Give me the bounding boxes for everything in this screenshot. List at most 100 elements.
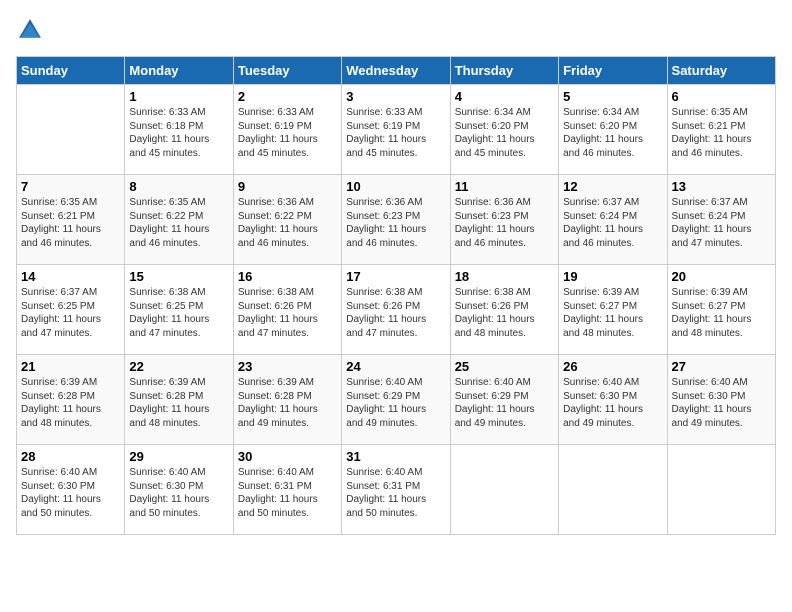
calendar-week-row: 14 Sunrise: 6:37 AM Sunset: 6:25 PM Dayli… bbox=[17, 265, 776, 355]
day-info: Sunrise: 6:39 AM Sunset: 6:28 PM Dayligh… bbox=[129, 376, 228, 430]
calendar-cell: 22Sunrise: 6:39 AM Sunset: 6:28 PM Dayli… bbox=[125, 355, 233, 445]
day-header-monday: Monday bbox=[125, 57, 233, 85]
day-header-thursday: Thursday bbox=[450, 57, 558, 85]
day-header-sunday: Sunday bbox=[17, 57, 125, 85]
day-info: Sunrise: 6:36 AM Sunset: 6:23 PM Dayligh… bbox=[455, 196, 554, 250]
calendar-cell: 3 Sunrise: 6:33 AM Sunset: 6:19 PM Daylig… bbox=[342, 85, 450, 175]
calendar-cell: 6 Sunrise: 6:35 AM Sunset: 6:21 PM Daylig… bbox=[667, 85, 775, 175]
day-info: Sunrise: 6:40 AM Sunset: 6:31 PM Dayligh… bbox=[238, 466, 337, 520]
calendar-cell: 10 Sunrise: 6:36 AM Sunset: 6:23 PM Dayli… bbox=[342, 175, 450, 265]
day-number: 6 bbox=[672, 89, 771, 104]
day-number: 27 bbox=[672, 359, 771, 374]
calendar-cell: 13 Sunrise: 6:37 AM Sunset: 6:24 PM Dayli… bbox=[667, 175, 775, 265]
calendar-cell: 9 Sunrise: 6:36 AM Sunset: 6:22 PM Daylig… bbox=[233, 175, 341, 265]
day-info: Sunrise: 6:39 AM Sunset: 6:27 PM Dayligh… bbox=[563, 286, 662, 340]
logo-icon bbox=[16, 16, 44, 44]
day-number: 4 bbox=[455, 89, 554, 104]
day-info: Sunrise: 6:35 AM Sunset: 6:22 PM Dayligh… bbox=[129, 196, 228, 250]
day-number: 9 bbox=[238, 179, 337, 194]
day-number: 8 bbox=[129, 179, 228, 194]
calendar-table: SundayMondayTuesdayWednesdayThursdayFrid… bbox=[16, 56, 776, 535]
day-info: Sunrise: 6:38 AM Sunset: 6:26 PM Dayligh… bbox=[455, 286, 554, 340]
day-number: 13 bbox=[672, 179, 771, 194]
day-number: 5 bbox=[563, 89, 662, 104]
day-info: Sunrise: 6:35 AM Sunset: 6:21 PM Dayligh… bbox=[21, 196, 120, 250]
calendar-cell bbox=[667, 445, 775, 535]
day-info: Sunrise: 6:34 AM Sunset: 6:20 PM Dayligh… bbox=[455, 106, 554, 160]
calendar-cell: 5 Sunrise: 6:34 AM Sunset: 6:20 PM Daylig… bbox=[559, 85, 667, 175]
calendar-cell: 27 Sunrise: 6:40 AM Sunset: 6:30 PM Dayli… bbox=[667, 355, 775, 445]
day-number: 26 bbox=[563, 359, 662, 374]
page-header bbox=[16, 16, 776, 44]
day-info: Sunrise: 6:33 AM Sunset: 6:18 PM Dayligh… bbox=[129, 106, 228, 160]
day-number: 2 bbox=[238, 89, 337, 104]
calendar-cell: 23 Sunrise: 6:39 AM Sunset: 6:28 PM Dayli… bbox=[233, 355, 341, 445]
day-number: 10 bbox=[346, 179, 445, 194]
calendar-cell: 25Sunrise: 6:40 AM Sunset: 6:29 PM Dayli… bbox=[450, 355, 558, 445]
day-info: Sunrise: 6:38 AM Sunset: 6:25 PM Dayligh… bbox=[129, 286, 228, 340]
day-header-tuesday: Tuesday bbox=[233, 57, 341, 85]
day-number: 31 bbox=[346, 449, 445, 464]
calendar-cell: 18 Sunrise: 6:38 AM Sunset: 6:26 PM Dayli… bbox=[450, 265, 558, 355]
calendar-cell: 20Sunrise: 6:39 AM Sunset: 6:27 PM Dayli… bbox=[667, 265, 775, 355]
day-info: Sunrise: 6:40 AM Sunset: 6:30 PM Dayligh… bbox=[129, 466, 228, 520]
day-number: 1 bbox=[129, 89, 228, 104]
calendar-week-row: 28Sunrise: 6:40 AM Sunset: 6:30 PM Dayli… bbox=[17, 445, 776, 535]
calendar-cell bbox=[559, 445, 667, 535]
day-number: 24 bbox=[346, 359, 445, 374]
day-info: Sunrise: 6:39 AM Sunset: 6:28 PM Dayligh… bbox=[238, 376, 337, 430]
calendar-cell bbox=[450, 445, 558, 535]
day-info: Sunrise: 6:38 AM Sunset: 6:26 PM Dayligh… bbox=[346, 286, 445, 340]
calendar-cell: 4 Sunrise: 6:34 AM Sunset: 6:20 PM Daylig… bbox=[450, 85, 558, 175]
logo bbox=[16, 16, 48, 44]
day-info: Sunrise: 6:37 AM Sunset: 6:25 PM Dayligh… bbox=[21, 286, 120, 340]
calendar-cell: 29 Sunrise: 6:40 AM Sunset: 6:30 PM Dayli… bbox=[125, 445, 233, 535]
calendar-week-row: 21Sunrise: 6:39 AM Sunset: 6:28 PM Dayli… bbox=[17, 355, 776, 445]
day-info: Sunrise: 6:38 AM Sunset: 6:26 PM Dayligh… bbox=[238, 286, 337, 340]
calendar-cell: 31Sunrise: 6:40 AM Sunset: 6:31 PM Dayli… bbox=[342, 445, 450, 535]
calendar-week-row: 1 Sunrise: 6:33 AM Sunset: 6:18 PM Daylig… bbox=[17, 85, 776, 175]
day-number: 16 bbox=[238, 269, 337, 284]
calendar-cell: 24Sunrise: 6:40 AM Sunset: 6:29 PM Dayli… bbox=[342, 355, 450, 445]
day-info: Sunrise: 6:37 AM Sunset: 6:24 PM Dayligh… bbox=[672, 196, 771, 250]
day-info: Sunrise: 6:36 AM Sunset: 6:22 PM Dayligh… bbox=[238, 196, 337, 250]
calendar-cell bbox=[17, 85, 125, 175]
day-info: Sunrise: 6:40 AM Sunset: 6:30 PM Dayligh… bbox=[672, 376, 771, 430]
day-info: Sunrise: 6:40 AM Sunset: 6:30 PM Dayligh… bbox=[563, 376, 662, 430]
day-number: 3 bbox=[346, 89, 445, 104]
calendar-cell: 28Sunrise: 6:40 AM Sunset: 6:30 PM Dayli… bbox=[17, 445, 125, 535]
day-info: Sunrise: 6:37 AM Sunset: 6:24 PM Dayligh… bbox=[563, 196, 662, 250]
day-info: Sunrise: 6:33 AM Sunset: 6:19 PM Dayligh… bbox=[346, 106, 445, 160]
day-number: 29 bbox=[129, 449, 228, 464]
calendar-cell: 30 Sunrise: 6:40 AM Sunset: 6:31 PM Dayli… bbox=[233, 445, 341, 535]
day-info: Sunrise: 6:40 AM Sunset: 6:29 PM Dayligh… bbox=[455, 376, 554, 430]
calendar-cell: 8 Sunrise: 6:35 AM Sunset: 6:22 PM Daylig… bbox=[125, 175, 233, 265]
day-number: 11 bbox=[455, 179, 554, 194]
calendar-cell: 11 Sunrise: 6:36 AM Sunset: 6:23 PM Dayli… bbox=[450, 175, 558, 265]
calendar-cell: 15 Sunrise: 6:38 AM Sunset: 6:25 PM Dayli… bbox=[125, 265, 233, 355]
day-number: 15 bbox=[129, 269, 228, 284]
day-header-saturday: Saturday bbox=[667, 57, 775, 85]
day-info: Sunrise: 6:34 AM Sunset: 6:20 PM Dayligh… bbox=[563, 106, 662, 160]
day-info: Sunrise: 6:35 AM Sunset: 6:21 PM Dayligh… bbox=[672, 106, 771, 160]
day-number: 19 bbox=[563, 269, 662, 284]
day-info: Sunrise: 6:33 AM Sunset: 6:19 PM Dayligh… bbox=[238, 106, 337, 160]
day-info: Sunrise: 6:40 AM Sunset: 6:30 PM Dayligh… bbox=[21, 466, 120, 520]
day-number: 18 bbox=[455, 269, 554, 284]
calendar-cell: 16 Sunrise: 6:38 AM Sunset: 6:26 PM Dayli… bbox=[233, 265, 341, 355]
calendar-cell: 1 Sunrise: 6:33 AM Sunset: 6:18 PM Daylig… bbox=[125, 85, 233, 175]
calendar-cell: 17Sunrise: 6:38 AM Sunset: 6:26 PM Dayli… bbox=[342, 265, 450, 355]
calendar-week-row: 7Sunrise: 6:35 AM Sunset: 6:21 PM Daylig… bbox=[17, 175, 776, 265]
calendar-header-row: SundayMondayTuesdayWednesdayThursdayFrid… bbox=[17, 57, 776, 85]
calendar-cell: 7Sunrise: 6:35 AM Sunset: 6:21 PM Daylig… bbox=[17, 175, 125, 265]
day-number: 23 bbox=[238, 359, 337, 374]
day-info: Sunrise: 6:39 AM Sunset: 6:27 PM Dayligh… bbox=[672, 286, 771, 340]
day-info: Sunrise: 6:36 AM Sunset: 6:23 PM Dayligh… bbox=[346, 196, 445, 250]
day-number: 12 bbox=[563, 179, 662, 194]
day-header-wednesday: Wednesday bbox=[342, 57, 450, 85]
day-number: 14 bbox=[21, 269, 120, 284]
calendar-cell: 2 Sunrise: 6:33 AM Sunset: 6:19 PM Daylig… bbox=[233, 85, 341, 175]
calendar-cell: 26 Sunrise: 6:40 AM Sunset: 6:30 PM Dayli… bbox=[559, 355, 667, 445]
day-number: 30 bbox=[238, 449, 337, 464]
day-header-friday: Friday bbox=[559, 57, 667, 85]
